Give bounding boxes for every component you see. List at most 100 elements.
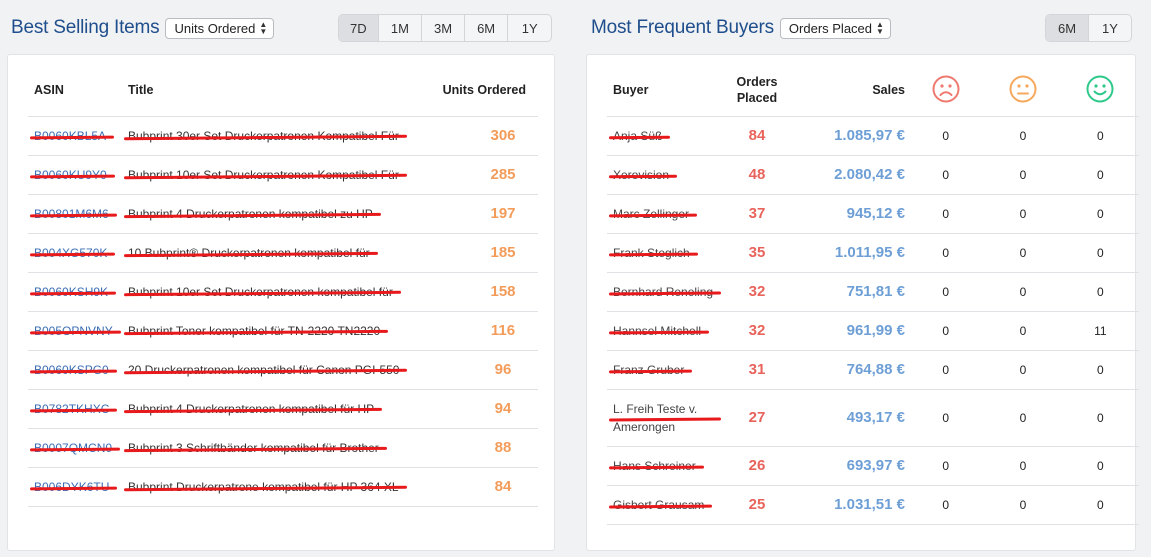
- table-row[interactable]: Marc Zellinger 37 945,12 € 0 0 0: [607, 194, 1139, 233]
- table-row[interactable]: B0060KU9Y0 Bubprint 10er Set Druckerpatro…: [28, 155, 538, 194]
- asin-link[interactable]: B0060KBL5A: [34, 129, 106, 143]
- negative-feedback-count: 0: [942, 128, 949, 143]
- frequent-buyers-metric-select[interactable]: Orders Placed ▲ ▼: [779, 17, 891, 39]
- buyer-cell: Xerovision: [607, 155, 717, 194]
- neutral-feedback-count: 0: [1019, 362, 1027, 377]
- range-3m-button[interactable]: 3M: [422, 15, 465, 41]
- table-row[interactable]: B0060KSPG0 20 Druckerpatronen kompatibel …: [28, 350, 538, 389]
- positive-feedback-count: 0: [1096, 128, 1104, 143]
- col-orders-header-line2: Placed: [736, 91, 778, 106]
- range-1y-button[interactable]: 1Y: [1089, 15, 1131, 41]
- range-6m-button[interactable]: 6M: [1046, 15, 1089, 41]
- frequent-buyers-header: Most Frequent Buyers Orders Placed ▲ ▼: [591, 14, 891, 42]
- neutral-feedback-count: 0: [1019, 284, 1027, 299]
- table-row[interactable]: B004XG570K 10 Bubprint® Druckerpatronen k…: [28, 233, 538, 272]
- asin-link[interactable]: B004XG570K: [34, 246, 107, 260]
- frequent-buyers-title: Most Frequent Buyers: [591, 17, 774, 38]
- select-arrows-icon: ▲ ▼: [876, 20, 884, 36]
- sales-value: 945,12 €: [846, 205, 905, 222]
- table-row[interactable]: Gisbert Grausam 25 1.031,51 € 0 0 0: [607, 485, 1139, 524]
- table-row[interactable]: Franz Gruber 31 764,88 € 0 0 0: [607, 350, 1139, 389]
- table-row[interactable]: B0782TKHXC Bubprint 4 Druckerpatronen kom…: [28, 389, 538, 428]
- table-row[interactable]: Frank Steglich 35 1.011,95 € 0 0 0: [607, 233, 1139, 272]
- positive-feedback-count: 0: [1096, 458, 1104, 473]
- buyer-name[interactable]: Hannsel Mitchell: [613, 322, 701, 340]
- buyer-cell: Bernhard Reneling: [607, 272, 717, 311]
- buyer-cell: L. Freih Teste v. Amerongen: [607, 389, 717, 446]
- table-row[interactable]: B005OPNVNY Bubprint Toner kompatibel für …: [28, 311, 538, 350]
- table-row[interactable]: Hannsel Mitchell 32 961,99 € 0 0 11: [607, 311, 1139, 350]
- buyer-name[interactable]: Franz Gruber: [613, 361, 684, 379]
- table-row[interactable]: B0007QMCN0 Bubprint 3 Schriftbänder kompa…: [28, 428, 538, 467]
- sales-value: 961,99 €: [846, 322, 905, 339]
- asin-link[interactable]: B00801M6M6: [34, 207, 109, 221]
- positive-feedback-count: 0: [1096, 284, 1104, 299]
- buyer-name[interactable]: Anja Süß: [613, 127, 662, 145]
- best-selling-title: Best Selling Items: [11, 17, 160, 38]
- negative-feedback-count: 0: [942, 497, 949, 512]
- table-row[interactable]: Xerovision 48 2.080,42 € 0 0 0: [607, 155, 1139, 194]
- units-ordered-value: 84: [494, 478, 512, 495]
- orders-placed-value: 31: [748, 361, 766, 378]
- sales-value: 693,97 €: [846, 457, 905, 474]
- range-1y-button[interactable]: 1Y: [508, 15, 551, 41]
- units-ordered-value: 197: [490, 205, 516, 222]
- neutral-feedback-count: 0: [1019, 128, 1027, 143]
- asin-cell: B00801M6M6: [28, 194, 128, 233]
- units-ordered-value: 94: [494, 400, 512, 417]
- buyer-cell: Franz Gruber: [607, 350, 717, 389]
- table-row[interactable]: L. Freih Teste v. Amerongen 27 493,17 € 0 0 0: [607, 389, 1139, 446]
- neutral-feedback-count: 0: [1019, 410, 1027, 425]
- orders-placed-value: 35: [748, 244, 766, 261]
- buyer-cell: Marc Zellinger: [607, 194, 717, 233]
- product-title: Bubprint 4 Druckerpatronen kompatibel zu…: [128, 207, 373, 221]
- product-title: Bubprint Toner kompatibel für TN-2220 TN…: [128, 324, 381, 338]
- asin-link[interactable]: B0782TKHXC: [34, 402, 109, 416]
- asin-link[interactable]: B006DYK6TU: [34, 480, 109, 494]
- table-row[interactable]: B0060KBL5A Bubprint 30er Set Druckerpatro…: [28, 116, 538, 155]
- buyer-name[interactable]: Hans Schreiner: [613, 457, 696, 475]
- buyer-name[interactable]: Marc Zellinger: [613, 205, 689, 223]
- units-ordered-value: 96: [494, 361, 512, 378]
- col-positive-header: [1062, 65, 1139, 116]
- asin-link[interactable]: B0060KSH9K: [34, 285, 108, 299]
- best-selling-metric-select[interactable]: Units Ordered ▲ ▼: [165, 17, 275, 39]
- range-7d-button[interactable]: 7D: [339, 15, 379, 41]
- buyer-name[interactable]: Gisbert Grausam: [613, 496, 704, 514]
- neutral-feedback-count: 0: [1019, 497, 1027, 512]
- buyer-name[interactable]: Bernhard Reneling: [613, 283, 713, 301]
- orders-placed-value: 37: [748, 205, 766, 222]
- asin-link[interactable]: B0007QMCN0: [34, 441, 112, 455]
- neutral-face-icon: [1009, 75, 1037, 103]
- title-cell: Bubprint 3 Schriftbänder kompatibel für …: [128, 428, 438, 467]
- table-row[interactable]: B0060KSH9K Bubprint 10er Set Druckerpatro…: [28, 272, 538, 311]
- best-selling-header: Best Selling Items Units Ordered ▲ ▼: [11, 14, 275, 42]
- product-title: Bubprint 10er Set Druckerpatronen kompat…: [128, 285, 393, 299]
- units-ordered-value: 285: [490, 166, 516, 183]
- table-row[interactable]: B006DYK6TU Bubprint Druckerpatrone kompat…: [28, 467, 538, 506]
- title-cell: Bubprint 10er Set Druckerpatronen Kompat…: [128, 155, 438, 194]
- sales-value: 2.080,42 €: [834, 166, 905, 183]
- orders-placed-value: 32: [748, 322, 766, 339]
- table-row[interactable]: Bernhard Reneling 32 751,81 € 0 0 0: [607, 272, 1139, 311]
- positive-feedback-count: 0: [1096, 167, 1104, 182]
- positive-feedback-count: 0: [1096, 245, 1104, 260]
- buyer-name[interactable]: L. Freih Teste v. Amerongen: [613, 400, 713, 436]
- range-1m-button[interactable]: 1M: [379, 15, 423, 41]
- asin-link[interactable]: B005OPNVNY: [34, 324, 113, 338]
- table-row[interactable]: B00801M6M6 Bubprint 4 Druckerpatronen kom…: [28, 194, 538, 233]
- buyer-cell: Anja Süß: [607, 116, 717, 155]
- product-title: Bubprint 30er Set Druckerpatronen Kompat…: [128, 129, 399, 143]
- range-6m-button[interactable]: 6M: [465, 15, 509, 41]
- buyer-name[interactable]: Frank Steglich: [613, 244, 690, 262]
- asin-link[interactable]: B0060KSPG0: [34, 363, 109, 377]
- asin-cell: B005OPNVNY: [28, 311, 128, 350]
- buyer-name[interactable]: Xerovision: [613, 166, 669, 184]
- table-row[interactable]: Hans Schreiner 26 693,97 € 0 0 0: [607, 446, 1139, 485]
- sales-value: 1.031,51 €: [834, 496, 905, 513]
- col-sales-header: Sales: [872, 83, 905, 98]
- positive-feedback-count: 0: [1096, 497, 1104, 512]
- asin-link[interactable]: B0060KU9Y0: [34, 168, 107, 182]
- table-row[interactable]: Anja Süß 84 1.085,97 € 0 0 0: [607, 116, 1139, 155]
- units-ordered-value: 158: [490, 283, 516, 300]
